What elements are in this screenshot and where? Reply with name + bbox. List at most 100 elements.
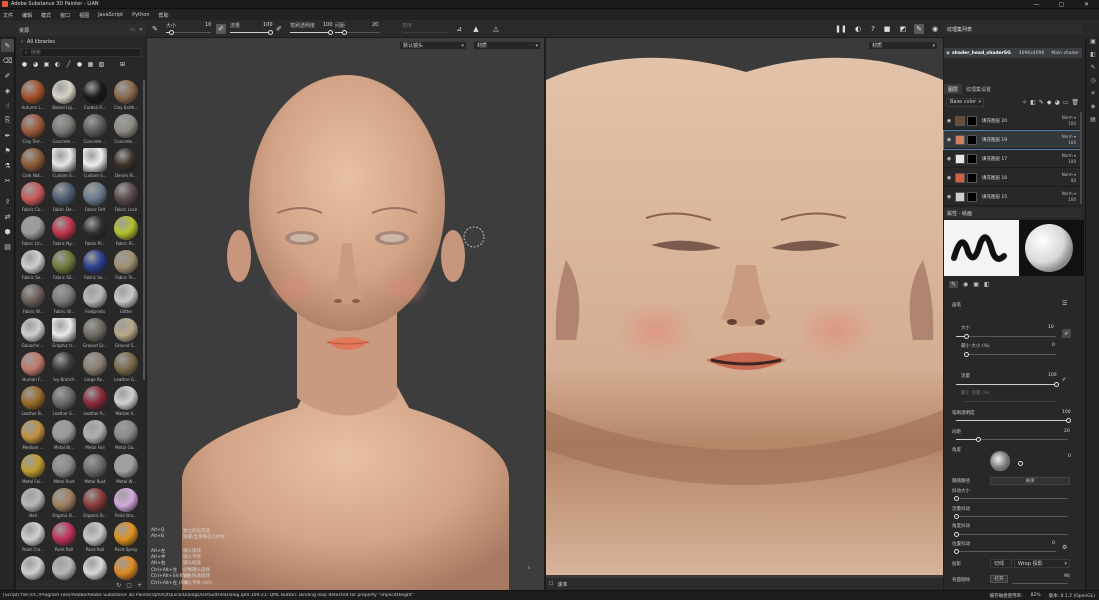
asset-item[interactable]: Fabric Lace [111,182,141,215]
render-mode-icon[interactable]: ◐ [853,24,863,34]
asset-item[interactable]: Ground Gr... [80,318,110,351]
asset-item[interactable]: Metal Rust [49,454,79,487]
menu-view[interactable]: 视图 [79,12,89,19]
add-smart-material-icon[interactable]: ◕ [1054,99,1059,106]
properties-icon[interactable]: ✎ [1086,64,1099,77]
help-icon[interactable]: ? [868,24,878,34]
asset-item[interactable]: Fabric Ri... [111,216,141,249]
layer-blend[interactable]: Norm ▾ 100 [1062,115,1076,127]
asset-item[interactable]: Metal Foi... [18,454,48,487]
display-icon[interactable]: ◩ [898,24,908,34]
tab-layers[interactable]: 图层 [944,84,963,94]
prop-min-size-slider[interactable] [964,354,1056,355]
assets-search-input[interactable]: ⌕ 搜索 [21,48,141,57]
brush-settings-icon[interactable]: ✎ [150,24,160,34]
prop-angle-jitter-knob[interactable] [954,532,959,537]
menu-python[interactable]: Python [132,12,149,18]
filter-materials-icon[interactable]: ● [21,61,28,68]
visibility-eye-icon[interactable]: ◉ [944,156,954,162]
prop-flow-knob[interactable] [1054,382,1059,387]
eraser-tool-icon[interactable]: ⌫ [1,54,14,67]
layer-mask-thumbnail[interactable] [967,115,977,126]
flow-pressure-icon[interactable]: ✐ [1062,377,1066,383]
layer-row[interactable]: ◉ 填充图层 17 Norm ▾ 100 [944,150,1080,168]
texture-set-row[interactable]: ◉ shader_head_shaderSG 4096x4096 Main sh… [944,48,1082,58]
shader-settings-icon[interactable]: ◈ [1086,103,1099,116]
panel-close-icon[interactable]: ✕ [139,27,143,33]
lazy-mouse-icon[interactable]: ▲ [471,24,481,34]
asset-item[interactable]: Paint Spray [111,522,141,555]
layer-mask-thumbnail[interactable] [967,172,977,183]
assets-scrollbar[interactable] [143,80,145,380]
visibility-eye-icon[interactable]: ◉ [944,194,954,200]
asset-item[interactable]: Fabric Ny... [49,216,79,249]
asset-item[interactable]: Autumn L... [18,80,48,113]
bake-tool-icon[interactable]: ⚗ [1,159,14,172]
prop-size-jitter-slider[interactable] [956,498,1068,499]
visibility-eye-icon[interactable]: ◉ [944,118,954,124]
asset-item[interactable]: Paint Roll [80,522,110,555]
layers-scrollbar[interactable] [1080,112,1082,204]
backface-toggle[interactable]: 打开 [990,575,1008,583]
prop-min-size-knob[interactable] [964,352,969,357]
asset-item[interactable]: Ground S... [111,318,141,351]
layer-row[interactable]: ◉ 填充图层 20 Norm ▾ 100 [944,112,1080,130]
layer-blend[interactable]: Norm ▾ 100 [1062,134,1076,146]
plugin-icon[interactable]: ⬢ [1,225,14,238]
asset-item[interactable]: Carbon Fi... [80,80,110,113]
prop-stroke-opacity-knob[interactable] [1066,418,1071,423]
asset-item[interactable]: Glitter [111,284,141,317]
color-picker-tool-icon[interactable]: ✒ [1,129,14,142]
visibility-eye-icon[interactable]: ◉ [944,175,954,181]
maximize-button[interactable]: ▢ [1049,1,1074,8]
visibility-eye-icon[interactable]: ◉ [944,137,954,143]
asset-item[interactable]: Metal Rust [80,454,110,487]
asset-item[interactable]: Fabric W... [49,284,79,317]
layer-mask-thumbnail[interactable] [967,134,977,145]
screenshot-icon[interactable]: ◉ [930,24,940,34]
asset-item[interactable]: Fabric De... [49,182,79,215]
layers-icon[interactable]: ◧ [1086,51,1099,64]
add-fill-layer-icon[interactable]: ◆ [1047,99,1052,106]
follow-path-toggle[interactable]: 关闭 [990,477,1070,485]
asset-item[interactable]: Metal Ga... [111,420,141,453]
random-seed-icon[interactable]: ⚙ [1062,544,1067,551]
layer-mask-thumbnail[interactable] [967,191,977,202]
asset-item[interactable]: Paper Gr... [49,556,79,580]
add-folder-icon[interactable]: ▭ [1063,99,1069,106]
asset-item[interactable]: Paint Roll [49,522,79,555]
layer-channel-selector[interactable]: Base color ▾ [946,97,984,107]
asset-item[interactable]: Paint Cra... [18,522,48,555]
prop-position-jitter-knob[interactable] [954,549,959,554]
asset-item[interactable]: Ivy Branch [49,352,79,385]
angle-dial[interactable] [990,451,1010,471]
asset-item[interactable]: Denim Ri... [111,148,141,181]
triangle-tool-icon[interactable]: △ [491,24,501,34]
toolbar-stroke-opacity-knob[interactable] [328,30,333,35]
filter-procedurals-icon[interactable]: ◐ [54,61,61,68]
clone-tool-icon[interactable]: ⎘ [1,114,14,127]
prop-flow-jitter-knob[interactable] [954,514,959,519]
size-pressure-icon[interactable]: ✐ [1062,329,1071,338]
visibility-eye-icon[interactable]: ◉ [944,51,952,56]
asset-item[interactable]: Gouache ... [18,318,48,351]
asset-item[interactable]: Graphic tr... [49,318,79,351]
filter-textures-icon[interactable]: ▣ [43,61,50,68]
menu-file[interactable]: 文件 [3,12,13,19]
asset-item[interactable]: Medium ... [18,420,48,453]
asset-item[interactable]: Concrete ... [111,114,141,147]
layer-blend[interactable]: Norm ▾ 80 [1062,172,1076,184]
pause-icon[interactable]: ❚❚ [835,24,847,34]
asset-item[interactable]: Leather R... [80,386,110,419]
asset-item[interactable]: Large Ro... [80,352,110,385]
prop-size-knob[interactable] [964,334,969,339]
filter-smart-materials-icon[interactable]: ◕ [32,61,39,68]
add-mask-icon[interactable]: ◧ [1030,99,1036,106]
brush-tab-icon[interactable]: ✎ [949,280,959,288]
alpha-tab-icon[interactable]: ▣ [973,281,979,288]
asset-item[interactable]: Pebble... [80,556,110,580]
projection-tool-icon[interactable]: ✐ [1,69,14,82]
filter-particles-icon[interactable]: ● [76,61,83,68]
filter-alphas-icon[interactable]: ▦ [87,61,94,68]
asset-item[interactable]: Leather G... [111,352,141,385]
